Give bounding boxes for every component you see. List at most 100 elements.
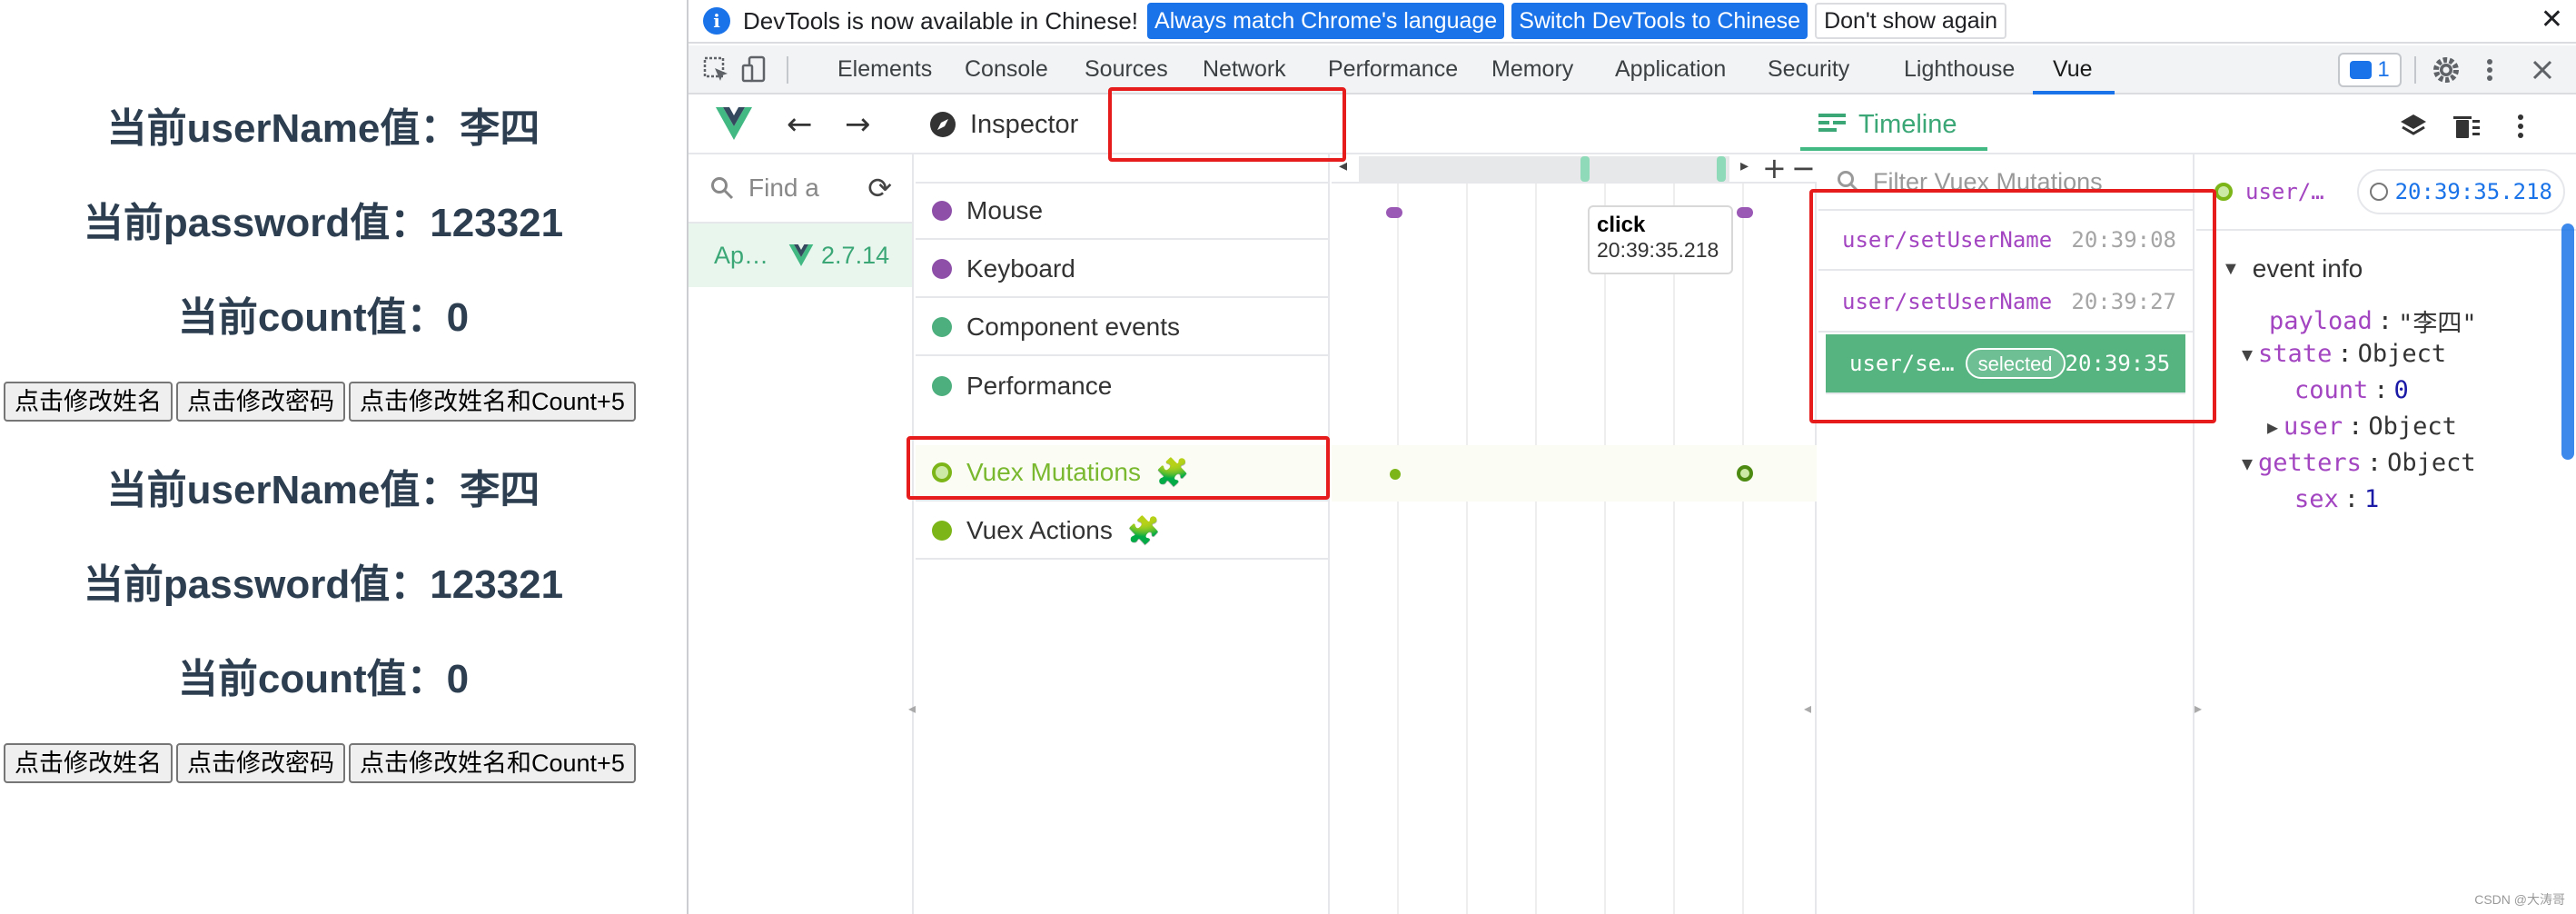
grid-line — [1535, 184, 1537, 914]
prop-payload: payload: "李四" — [2269, 303, 2477, 339]
caret-right-icon: ▶ — [2267, 415, 2279, 438]
forward-arrow-icon[interactable]: → — [845, 109, 871, 140]
timeline-scroller[interactable]: ◂ ▸ + − — [1332, 151, 1817, 185]
collapse-arrow-icon[interactable]: ◂ — [908, 700, 916, 717]
caret-down-icon: ▼ — [2242, 452, 2254, 474]
annotation-timeline-tab — [1108, 87, 1346, 162]
close-icon[interactable]: ✕ — [2541, 4, 2563, 35]
back-arrow-icon[interactable]: ← — [787, 109, 813, 140]
zoom-in-icon[interactable]: + — [1762, 151, 1787, 185]
mouse-event-marker[interactable] — [1737, 207, 1753, 218]
tab-security[interactable]: Security — [1768, 45, 1849, 93]
prop-value: Object — [2357, 340, 2447, 368]
app-name: Ap… — [714, 241, 769, 269]
prop-getters[interactable]: ▼ getters: Object — [2242, 449, 2476, 477]
scrollbar-thumb[interactable] — [2561, 224, 2574, 460]
username-text: 当前userName值：李四 — [106, 468, 540, 512]
layer-color-dot — [932, 317, 952, 337]
layer-vuex-actions[interactable]: Vuex Actions 🧩 — [916, 503, 1328, 560]
tab-application[interactable]: Application — [1615, 45, 1726, 93]
close-devtools-icon[interactable] — [2527, 55, 2558, 85]
tab-memory[interactable]: Memory — [1491, 45, 1573, 93]
scroll-track[interactable] — [1359, 156, 1729, 182]
layer-color-dot — [932, 201, 952, 221]
layer-color-dot — [932, 521, 952, 541]
toolbar-divider — [787, 56, 788, 84]
layer-component-events[interactable]: Component events — [916, 300, 1328, 356]
count-text: 当前count值：0 — [177, 657, 470, 701]
event-details-time: 20:39:35.218 — [2394, 179, 2552, 204]
tab-inspector-label: Inspector — [970, 109, 1079, 139]
layer-mouse[interactable]: Mouse — [916, 184, 1328, 240]
chat-icon — [2350, 61, 2373, 79]
tab-inspector[interactable]: Inspector — [928, 96, 1078, 153]
device-toolbar-icon[interactable] — [739, 55, 770, 85]
prop-key: state — [2258, 340, 2333, 368]
mutation-event-marker-selected[interactable] — [1737, 465, 1753, 482]
scroll-handle-start[interactable] — [1580, 156, 1590, 182]
switch-chinese-button[interactable]: Switch DevTools to Chinese — [1511, 3, 1808, 39]
dont-show-button[interactable]: Don't show again — [1815, 3, 2007, 39]
clock-icon — [2369, 183, 2388, 201]
event-type-dot — [2214, 183, 2233, 201]
tab-sources[interactable]: Sources — [1085, 45, 1168, 93]
more-vertical-icon[interactable] — [2474, 55, 2505, 85]
layer-color-dot — [932, 376, 952, 396]
gear-icon[interactable] — [2431, 55, 2462, 85]
username-text: 当前userName值：李四 — [106, 106, 540, 151]
more-vertical-icon[interactable] — [2505, 111, 2536, 142]
devtools-tabbar: Elements Console Sources Network Perform… — [689, 45, 2576, 94]
tab-lighthouse[interactable]: Lighthouse — [1904, 45, 2015, 93]
grid-line — [1673, 184, 1675, 914]
grid-line — [1742, 184, 1744, 914]
event-details-header: user/… 20:39:35.218 — [2196, 154, 2576, 231]
layer-keyboard[interactable]: Keyboard — [916, 242, 1328, 298]
tab-elements[interactable]: Elements — [837, 45, 932, 93]
event-details-name: user/… — [2245, 179, 2324, 204]
event-details: user/… 20:39:35.218 ▼ event info payload… — [2196, 154, 2576, 914]
tab-timeline[interactable]: Timeline — [1818, 96, 1957, 153]
mouse-event-marker[interactable] — [1386, 207, 1402, 218]
app-search[interactable]: Find a ⟳ — [689, 154, 912, 224]
change-name-button[interactable]: 点击修改姓名 — [4, 382, 173, 422]
grid-line — [1604, 184, 1606, 914]
zoom-out-icon[interactable]: − — [1791, 151, 1816, 185]
scroll-right-icon[interactable]: ▸ — [1740, 156, 1749, 175]
collapse-arrow-icon[interactable]: ◂ — [1804, 700, 1811, 717]
prop-value: "李四" — [2398, 310, 2477, 338]
puzzle-icon: 🧩 — [1126, 515, 1162, 546]
prop-state[interactable]: ▼ state: Object — [2242, 340, 2446, 368]
change-name-count-button[interactable]: 点击修改姓名和Count+5 — [349, 382, 636, 422]
tab-vue[interactable]: Vue — [2053, 45, 2093, 93]
tab-performance[interactable]: Performance — [1328, 45, 1458, 93]
refresh-icon[interactable]: ⟳ — [867, 171, 892, 205]
change-password-button[interactable]: 点击修改密码 — [176, 743, 345, 783]
tab-network[interactable]: Network — [1203, 45, 1286, 93]
tab-timeline-label: Timeline — [1858, 109, 1957, 139]
mutation-event-marker[interactable] — [1390, 469, 1401, 480]
clear-timeline-icon[interactable] — [2451, 111, 2482, 142]
tab-console[interactable]: Console — [965, 45, 1048, 93]
layers-icon[interactable] — [2398, 111, 2429, 142]
event-info-section[interactable]: ▼ event info — [2222, 254, 2363, 283]
issues-count: 1 — [2377, 57, 2390, 82]
issues-button[interactable]: 1 — [2338, 53, 2402, 87]
count-text: 当前count值：0 — [177, 295, 470, 340]
event-time-chip: 20:39:35.218 — [2356, 169, 2565, 214]
change-password-button[interactable]: 点击修改密码 — [176, 382, 345, 422]
change-name-button[interactable]: 点击修改姓名 — [4, 743, 173, 783]
layer-label: Keyboard — [966, 254, 1075, 283]
change-name-count-button[interactable]: 点击修改姓名和Count+5 — [349, 743, 636, 783]
prop-sex: sex: 1 — [2294, 485, 2380, 513]
prop-value: 1 — [2364, 485, 2380, 513]
button-row: 点击修改姓名 点击修改密码 点击修改姓名和Count+5 — [4, 743, 636, 783]
prop-user[interactable]: ▶ user: Object — [2267, 412, 2457, 441]
match-language-button[interactable]: Always match Chrome's language — [1147, 3, 1505, 39]
inspect-element-icon[interactable] — [701, 55, 732, 85]
app-search-input[interactable]: Find a — [748, 174, 819, 203]
scroll-handle-end[interactable] — [1717, 156, 1726, 182]
layer-performance[interactable]: Performance — [916, 358, 1328, 414]
prop-value: Object — [2387, 449, 2476, 477]
prop-key: user — [2284, 412, 2343, 441]
app-list-item[interactable]: Ap… 2.7.14 — [689, 224, 912, 287]
